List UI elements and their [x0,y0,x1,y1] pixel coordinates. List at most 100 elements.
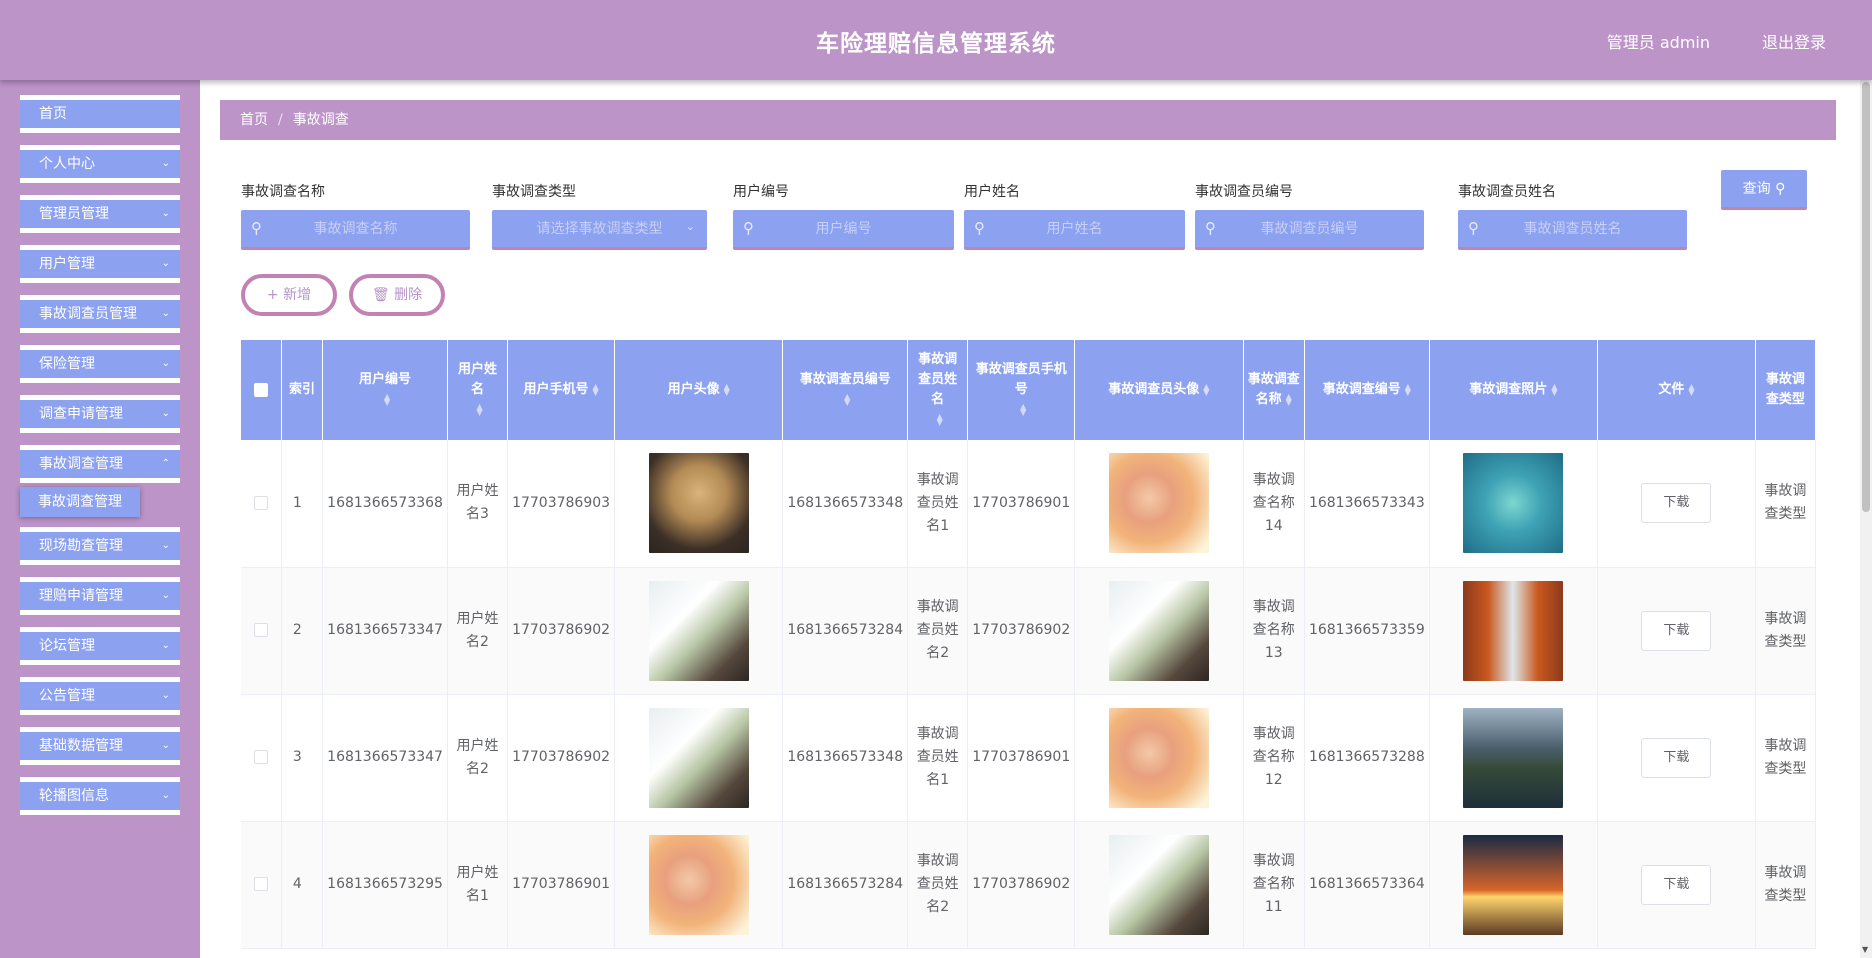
row-select-cell[interactable] [241,821,282,949]
sort-icon[interactable]: ▲ ▼ [937,412,943,426]
delete-button[interactable]: 🗑 删除 [349,274,445,316]
download-button[interactable]: 下载 [1641,483,1712,524]
sidebar-item-carousel[interactable]: 轮播图信息 ⌄ [20,777,180,815]
add-button[interactable]: + 新增 [241,274,337,316]
sidebar-item-home[interactable]: 首页 [20,95,180,133]
select-all-cell[interactable] [241,340,282,440]
sort-icon[interactable]: ▲ ▼ [1020,402,1026,416]
download-button[interactable]: 下载 [1641,864,1712,905]
investigator-name-input[interactable] [1458,210,1687,247]
case-photo-image[interactable] [1463,834,1564,935]
col-case-photo[interactable]: 事故调查照片 ▲ ▼ [1429,340,1599,440]
sidebar-item-users[interactable]: 用户管理 ⌄ [20,245,180,283]
col-investigator-no[interactable]: 事故调查员编号 ▲ ▼ [782,340,909,440]
row-select-cell[interactable] [241,694,282,822]
sort-icon[interactable]: ▲ ▼ [384,392,390,406]
case-type-cell: 事故调查类型 [1755,821,1816,949]
col-investigator-avatar[interactable]: 事故调查员头像 ▲ ▼ [1074,340,1244,440]
breadcrumb-home[interactable]: 首页 [240,112,268,128]
user-no-cell: 1681366573368 [322,440,448,568]
user-name-input[interactable] [964,210,1185,247]
download-button[interactable]: 下载 [1641,610,1712,651]
user-name-field[interactable]: ⚲ [964,210,1185,250]
user-no-cell: 1681366573347 [322,694,448,822]
user-avatar-image[interactable] [648,834,749,935]
investigator-avatar-image[interactable] [1108,834,1209,935]
row-checkbox[interactable] [253,750,268,764]
sidebar-item-label: 理赔申请管理 [39,588,123,604]
sort-icon[interactable]: ▲ ▼ [1203,382,1209,396]
col-case-no[interactable]: 事故调查编号 ▲ ▼ [1304,340,1430,440]
page-scrollbar[interactable]: ▼ [1860,80,1872,958]
sidebar-item-accident-investigation[interactable]: 事故调查管理 ⌃ [20,445,180,483]
user-avatar-image[interactable] [648,580,749,681]
add-button-label: 新增 [283,287,312,303]
sidebar-item-claims[interactable]: 理赔申请管理 ⌄ [20,577,180,615]
scroll-down-icon[interactable]: ▼ [1862,945,1868,954]
sort-icon[interactable]: ▲ ▼ [476,402,482,416]
sidebar-item-inquiry-requests[interactable]: 调查申请管理 ⌄ [20,395,180,433]
user-no-field[interactable]: ⚲ [733,210,954,250]
user-no-cell: 1681366573347 [322,567,448,695]
case-name-field[interactable]: ⚲ [241,210,470,250]
sidebar-item-site-survey[interactable]: 现场勘查管理 ⌄ [20,527,180,565]
sort-icon[interactable]: ▲ ▼ [1551,382,1557,396]
investigator-phone-cell: 17703786902 [967,567,1076,695]
col-user-no[interactable]: 用户编号 ▲ ▼ [322,340,448,440]
investigator-avatar-image[interactable] [1108,453,1209,554]
scrollbar-thumb[interactable] [1862,82,1870,512]
sidebar-item-base-data[interactable]: 基础数据管理 ⌄ [20,727,180,765]
case-photo-image[interactable] [1463,580,1564,681]
logout-link[interactable]: 退出登录 [1762,29,1826,53]
sidebar-item-insurance[interactable]: 保险管理 ⌄ [20,345,180,383]
sidebar-item-profile[interactable]: 个人中心 ⌄ [20,145,180,183]
investigator-avatar-image[interactable] [1108,707,1209,808]
col-case-type[interactable]: 事故调查类型 [1755,340,1816,440]
sort-icon[interactable]: ▲ ▼ [844,392,850,406]
row-checkbox[interactable] [253,495,268,510]
data-table-container[interactable]: 索引 用户编号 ▲ ▼ 用户姓名 ▲ ▼ 用户手机号 ▲ ▼ 用户头像 ▲ ▼ 事故调查员编号 ▲… [241,340,1816,958]
investigator-no-input[interactable] [1195,210,1424,247]
sort-icon[interactable]: ▲ ▼ [1688,382,1694,396]
user-avatar-image[interactable] [648,707,749,808]
download-button[interactable]: 下载 [1641,737,1712,778]
select-all-checkbox[interactable] [253,382,268,397]
submenu-accident-investigation[interactable]: 事故调查管理 [20,487,140,517]
user-avatar-image[interactable] [648,453,749,554]
investigator-avatar-image[interactable] [1108,580,1209,681]
col-investigator-phone[interactable]: 事故调查员手机号 ▲ ▼ [967,340,1076,440]
col-user-avatar[interactable]: 用户头像 ▲ ▼ [614,340,784,440]
row-select-cell[interactable] [241,440,282,568]
row-checkbox[interactable] [253,623,268,637]
row-checkbox[interactable] [253,877,268,891]
sort-icon[interactable]: ▲ ▼ [724,382,730,396]
investigator-name-field[interactable]: ⚲ [1458,210,1687,250]
case-photo-image[interactable] [1463,707,1564,808]
col-case-name[interactable]: 事故调查名称 ▲ ▼ [1243,340,1305,440]
search-icon: ⚲ [1468,219,1479,237]
query-button[interactable]: 查询 ⚲ [1721,170,1807,210]
case-type-cell: 事故调查类型 [1755,440,1816,568]
user-no-input[interactable] [733,210,954,247]
user-name-cell: 用户姓名3 [447,440,509,568]
chevron-down-icon: ⌄ [161,540,170,551]
sidebar-item-admins[interactable]: 管理员管理 ⌄ [20,195,180,233]
col-user-phone[interactable]: 用户手机号 ▲ ▼ [507,340,616,440]
row-select-cell[interactable] [241,567,282,695]
sidebar-item-notices[interactable]: 公告管理 ⌄ [20,677,180,715]
chevron-down-icon: ⌃ [161,458,170,469]
sidebar-item-investigators[interactable]: 事故调查员管理 ⌄ [20,295,180,333]
sidebar-item-label: 个人中心 [39,156,95,172]
sort-icon[interactable]: ▲ ▼ [593,382,599,396]
investigator-no-field[interactable]: ⚲ [1195,210,1424,250]
sort-icon[interactable]: ▲ ▼ [1405,382,1411,396]
col-investigator-name[interactable]: 事故调查员姓名 ▲ ▼ [907,340,969,440]
case-name-input[interactable] [241,210,470,247]
sort-icon[interactable]: ▲ ▼ [1286,392,1292,406]
sidebar-item-forum[interactable]: 论坛管理 ⌄ [20,627,180,665]
case-type-select[interactable]: ⌄ [492,210,707,250]
case-type-input[interactable] [492,210,707,247]
col-user-name[interactable]: 用户姓名 ▲ ▼ [447,340,509,440]
case-photo-image[interactable] [1463,453,1564,554]
col-file[interactable]: 文件 ▲ ▼ [1597,340,1756,440]
